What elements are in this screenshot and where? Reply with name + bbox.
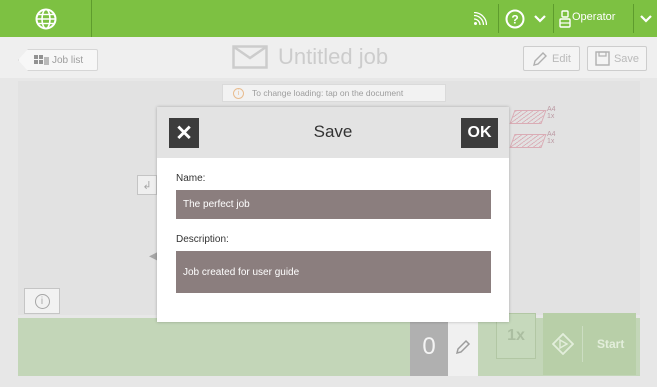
user-label[interactable]: Operator [572,11,615,23]
name-field[interactable]: The perfect job [176,190,491,219]
chevron-down-icon[interactable] [530,0,550,37]
help-icon[interactable]: ? [502,0,528,37]
divider [498,4,499,33]
svg-text:?: ? [511,12,518,26]
globe-icon [35,8,56,29]
dialog-header: ✕ Save OK [157,107,509,158]
signal-icon[interactable] [466,0,494,37]
description-field[interactable]: Job created for user guide [176,251,491,293]
name-label: Name: [176,173,206,184]
top-bar: ? Operator [0,0,657,37]
home-button[interactable] [0,0,92,37]
description-label: Description: [176,234,229,245]
user-icon[interactable] [558,0,572,37]
divider [633,4,634,33]
ok-button[interactable]: OK [461,118,498,148]
save-dialog: ✕ Save OK Name: The perfect job Descript… [157,107,509,322]
divider [553,4,554,33]
chevron-down-icon[interactable] [637,0,655,37]
dialog-title: Save [313,122,353,141]
